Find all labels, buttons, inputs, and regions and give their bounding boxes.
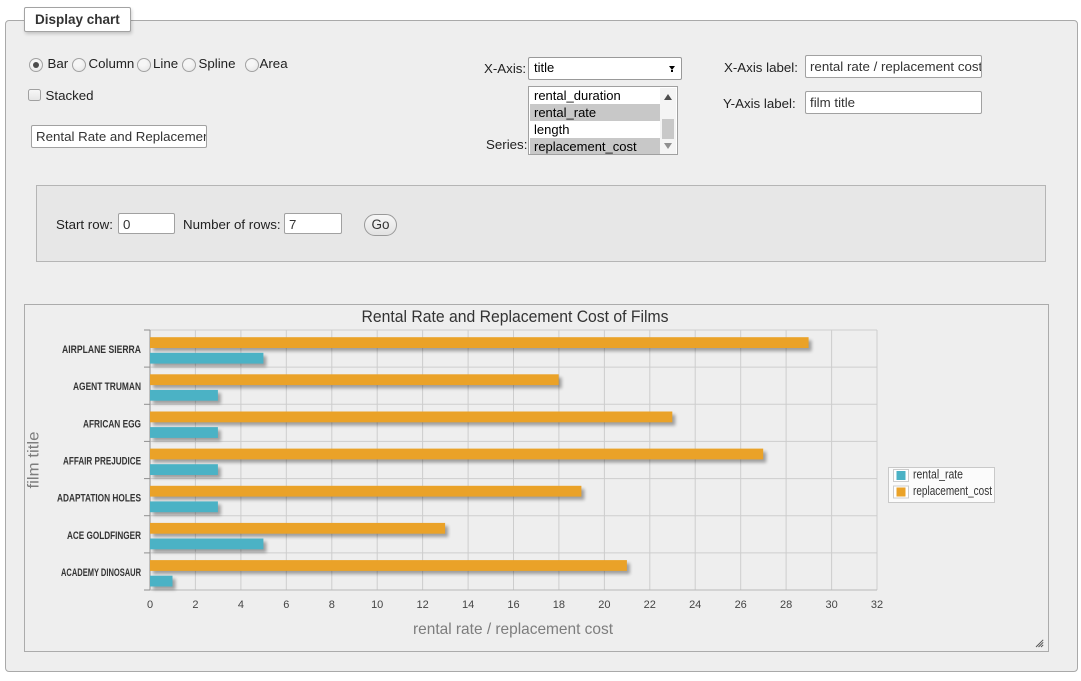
svg-text:4: 4: [238, 599, 244, 611]
svg-text:22: 22: [644, 599, 656, 611]
svg-text:0: 0: [147, 599, 153, 611]
svg-text:10: 10: [371, 599, 383, 611]
svg-text:AFFAIR PREJUDICE: AFFAIR PREJUDICE: [63, 456, 141, 468]
svg-text:film title: film title: [26, 431, 43, 488]
svg-text:rental_rate: rental_rate: [913, 467, 963, 481]
svg-text:AIRPLANE SIERRA: AIRPLANE SIERRA: [62, 344, 141, 356]
svg-text:32: 32: [871, 599, 883, 611]
svg-text:Rental Rate and Replacement Co: Rental Rate and Replacement Cost of Film…: [362, 307, 669, 326]
svg-text:14: 14: [462, 599, 474, 611]
svg-text:6: 6: [283, 599, 289, 611]
svg-text:ACE GOLDFINGER: ACE GOLDFINGER: [67, 530, 141, 542]
svg-text:8: 8: [329, 599, 335, 611]
svg-text:ADAPTATION HOLES: ADAPTATION HOLES: [57, 493, 141, 505]
svg-text:26: 26: [735, 599, 747, 611]
svg-text:24: 24: [689, 599, 701, 611]
svg-text:18: 18: [553, 599, 565, 611]
svg-text:12: 12: [416, 599, 428, 611]
svg-text:28: 28: [780, 599, 792, 611]
svg-text:ACADEMY DINOSAUR: ACADEMY DINOSAUR: [61, 567, 141, 579]
svg-text:rental rate / replacement cost: rental rate / replacement cost: [413, 621, 614, 638]
svg-text:30: 30: [825, 599, 837, 611]
svg-text:20: 20: [598, 599, 610, 611]
svg-text:replacement_cost: replacement_cost: [913, 484, 992, 498]
svg-text:AGENT TRUMAN: AGENT TRUMAN: [73, 381, 141, 393]
svg-text:16: 16: [507, 599, 519, 611]
svg-text:AFRICAN EGG: AFRICAN EGG: [83, 418, 141, 430]
svg-text:2: 2: [192, 599, 198, 611]
